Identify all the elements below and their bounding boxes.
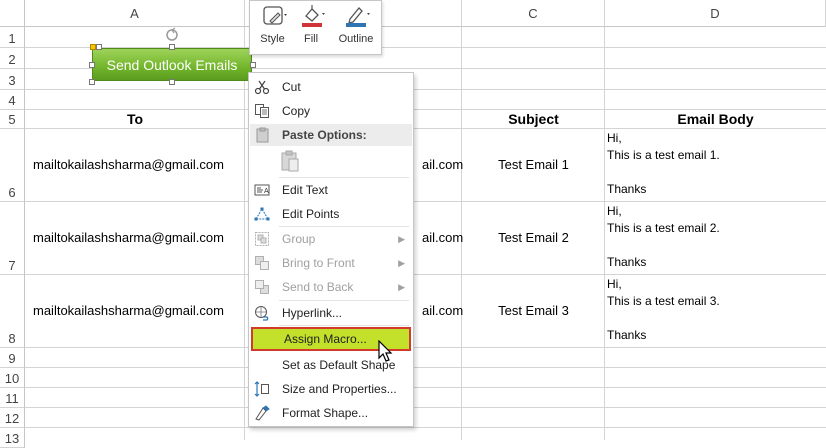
rotate-handle-icon[interactable] bbox=[164, 27, 180, 43]
row-header-8[interactable]: 8 bbox=[0, 275, 25, 348]
cell-email-body[interactable]: Hi, This is a test email 1. Thanks bbox=[605, 130, 720, 198]
cell-subject[interactable]: Test Email 1 bbox=[462, 157, 605, 172]
gridline bbox=[25, 89, 826, 90]
cell-cc-partial[interactable]: ail.com bbox=[422, 303, 463, 318]
menu-item-hyperlink[interactable]: Hyperlink... bbox=[249, 301, 413, 325]
group-icon bbox=[255, 232, 269, 246]
format-shape-icon bbox=[255, 405, 270, 421]
menu-item-cut[interactable]: Cut bbox=[249, 75, 413, 99]
menu-item-edit-points[interactable]: Edit Points bbox=[249, 202, 413, 226]
menu-item-copy[interactable]: Copy bbox=[249, 99, 413, 123]
row-header-2[interactable]: 2 bbox=[0, 48, 25, 69]
mini-toolbar: Style Fill Outline bbox=[249, 0, 382, 55]
column-header-c[interactable]: C bbox=[462, 0, 605, 27]
row-header-4[interactable]: 4 bbox=[0, 90, 25, 110]
menu-item-bring-to-front[interactable]: Bring to Front ▶ bbox=[249, 251, 413, 275]
submenu-arrow-icon: ▶ bbox=[398, 234, 405, 244]
send-outlook-emails-shape[interactable]: Send Outlook Emails bbox=[92, 48, 252, 81]
outline-button[interactable]: Outline bbox=[332, 1, 380, 54]
scissors-icon bbox=[254, 80, 270, 95]
menu-separator bbox=[279, 325, 409, 326]
resize-handle[interactable] bbox=[250, 62, 256, 68]
resize-handle[interactable] bbox=[89, 79, 95, 85]
cell-email-body[interactable]: Hi, This is a test email 2. Thanks bbox=[605, 203, 720, 271]
cell-email-body[interactable]: Hi, This is a test email 3. Thanks bbox=[605, 276, 720, 344]
resize-handle[interactable] bbox=[169, 44, 175, 50]
cell-cc-partial[interactable]: ail.com bbox=[422, 157, 463, 172]
fill-button[interactable]: Fill bbox=[292, 1, 330, 54]
shape-style-icon bbox=[263, 6, 287, 25]
paint-bucket-icon bbox=[302, 5, 325, 27]
send-to-back-icon bbox=[255, 280, 269, 294]
gridline bbox=[25, 347, 826, 348]
cell-subject[interactable]: Test Email 2 bbox=[462, 230, 605, 245]
cell-to[interactable]: mailtokailashsharma@gmail.com bbox=[33, 157, 224, 172]
pen-outline-icon bbox=[346, 7, 370, 27]
svg-text:A: A bbox=[264, 188, 269, 195]
menu-item-send-to-back[interactable]: Send to Back ▶ bbox=[249, 275, 413, 299]
gridline bbox=[25, 427, 826, 428]
row-header-11[interactable]: 11 bbox=[0, 388, 25, 408]
context-menu: Cut Copy Paste Options: A Edit Text Edit… bbox=[248, 72, 414, 427]
menu-item-size-and-properties[interactable]: Size and Properties... bbox=[249, 377, 413, 401]
resize-handle[interactable] bbox=[169, 79, 175, 85]
gridline bbox=[25, 367, 826, 368]
row-header-1[interactable]: 1 bbox=[0, 27, 25, 48]
submenu-arrow-icon: ▶ bbox=[398, 282, 405, 292]
row-header-3[interactable]: 3 bbox=[0, 69, 25, 90]
header-subject: Subject bbox=[508, 111, 559, 127]
cell-to[interactable]: mailtokailashsharma@gmail.com bbox=[33, 230, 224, 245]
mouse-cursor-icon bbox=[378, 340, 393, 362]
copy-icon bbox=[255, 104, 269, 118]
submenu-arrow-icon: ▶ bbox=[398, 258, 405, 268]
select-all-corner[interactable] bbox=[0, 0, 25, 27]
gridline bbox=[25, 387, 826, 388]
row-header-13[interactable]: 13 bbox=[0, 428, 25, 448]
resize-handle[interactable] bbox=[89, 62, 95, 68]
gridline bbox=[244, 27, 245, 440]
size-properties-icon bbox=[254, 381, 269, 397]
cell-to[interactable]: mailtokailashsharma@gmail.com bbox=[33, 303, 224, 318]
column-header-d[interactable]: D bbox=[605, 0, 826, 27]
gridline bbox=[25, 201, 826, 202]
hyperlink-icon bbox=[255, 306, 269, 321]
clipboard-icon bbox=[256, 127, 269, 143]
cell-subject[interactable]: Test Email 3 bbox=[462, 303, 605, 318]
edit-text-icon: A bbox=[254, 184, 270, 196]
header-email-body: Email Body bbox=[677, 111, 754, 127]
row-header-10[interactable]: 10 bbox=[0, 368, 25, 388]
bring-to-front-icon bbox=[255, 256, 269, 270]
menu-item-edit-text[interactable]: A Edit Text bbox=[249, 178, 413, 202]
cell-cc-partial[interactable]: ail.com bbox=[422, 230, 463, 245]
paste-options-header: Paste Options: bbox=[250, 124, 412, 146]
edit-points-icon bbox=[254, 207, 270, 221]
menu-item-group[interactable]: Group ▶ bbox=[249, 227, 413, 251]
row-header-12[interactable]: 12 bbox=[0, 408, 25, 428]
paste-option-icon[interactable] bbox=[279, 149, 301, 173]
menu-item-format-shape[interactable]: Format Shape... bbox=[249, 401, 413, 425]
gridline bbox=[25, 407, 826, 408]
resize-handle[interactable] bbox=[96, 44, 102, 50]
header-to: To bbox=[126, 111, 144, 127]
style-button[interactable]: Style bbox=[254, 1, 291, 54]
gridline bbox=[25, 274, 826, 275]
column-header-a[interactable]: A bbox=[25, 0, 245, 27]
row-header-6[interactable]: 6 bbox=[0, 129, 25, 202]
row-header-9[interactable]: 9 bbox=[0, 348, 25, 368]
row-header-5[interactable]: 5 bbox=[0, 110, 25, 129]
row-header-7[interactable]: 7 bbox=[0, 202, 25, 275]
